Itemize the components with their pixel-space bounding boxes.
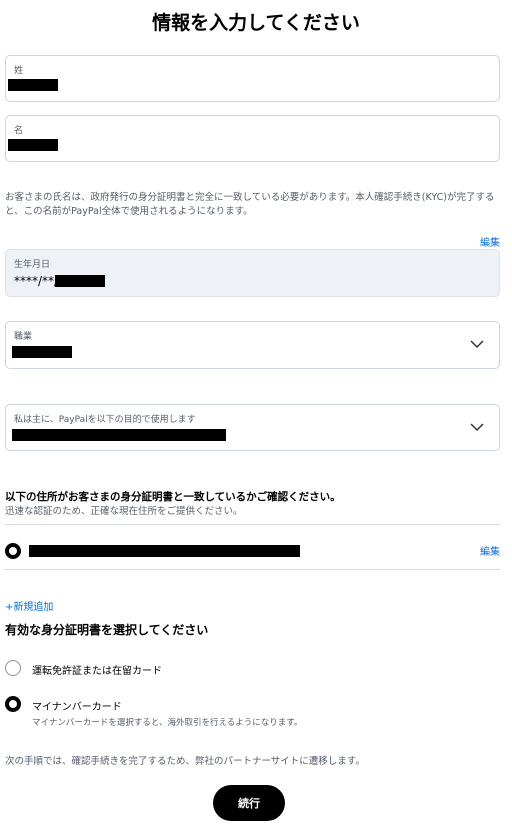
- divider: [5, 569, 500, 570]
- id-option-label-mynumber[interactable]: マイナンバーカード: [32, 698, 122, 713]
- address-confirm-heading: 以下の住所がお客さまの身分証明書と一致しているかご確認ください。: [5, 491, 341, 503]
- address-redacted-value: [29, 545, 300, 557]
- id-option-description-mynumber: マイナンバーカードを選択すると、海外取引を行えるようになります。: [32, 718, 303, 728]
- id-option-radio-drivers-license[interactable]: [5, 660, 21, 676]
- last-name-redacted-value: [8, 79, 58, 91]
- divider: [5, 524, 500, 525]
- id-option-radio-mynumber[interactable]: [5, 696, 21, 712]
- first-name-redacted-value: [8, 139, 58, 151]
- occupation-redacted-value: [12, 346, 72, 358]
- birthdate-field: 生年月日 ****/**/: [5, 249, 500, 297]
- birthdate-label: 生年月日: [14, 260, 51, 270]
- usage-purpose-select[interactable]: 私は主に、PayPalを以下の目的で使用します: [5, 404, 500, 451]
- name-requirement-note: お客さまの氏名は、政府発行の身分証明書と完全に一致している必要があります。本人確…: [5, 192, 495, 217]
- occupation-select[interactable]: 職業: [5, 321, 500, 369]
- birthdate-edit-link[interactable]: 編集: [480, 234, 500, 249]
- last-name-field[interactable]: 姓: [5, 55, 500, 102]
- chevron-down-icon: [470, 423, 484, 432]
- add-new-address-link[interactable]: +新規追加: [5, 598, 53, 613]
- occupation-label: 職業: [14, 332, 33, 342]
- page-title: 情報を入力してください: [152, 12, 360, 34]
- chevron-down-icon: [470, 340, 484, 349]
- id-section-title: 有効な身分証明書を選択してください: [5, 623, 209, 637]
- address-confirm-subheading: 迅速な認証のため、正確な現在住所をご提供ください。: [5, 506, 243, 517]
- usage-purpose-label: 私は主に、PayPalを以下の目的で使用します: [14, 415, 196, 425]
- first-name-field[interactable]: 名: [5, 115, 500, 162]
- address-edit-link[interactable]: 編集: [480, 543, 500, 558]
- usage-purpose-redacted-value: [12, 429, 226, 441]
- partner-redirect-note: 次の手順では、確認手続きを完了するため、弊社のパートナーサイトに遷移します。: [5, 756, 365, 767]
- birthdate-redacted-year: [55, 275, 105, 287]
- id-option-label-drivers-license[interactable]: 運転免許証または在留カード: [32, 662, 162, 677]
- address-radio[interactable]: [5, 543, 21, 559]
- continue-button[interactable]: 続行: [213, 785, 285, 821]
- first-name-label: 名: [14, 126, 24, 136]
- last-name-label: 姓: [14, 66, 24, 76]
- birthdate-value: ****/**/: [14, 274, 59, 288]
